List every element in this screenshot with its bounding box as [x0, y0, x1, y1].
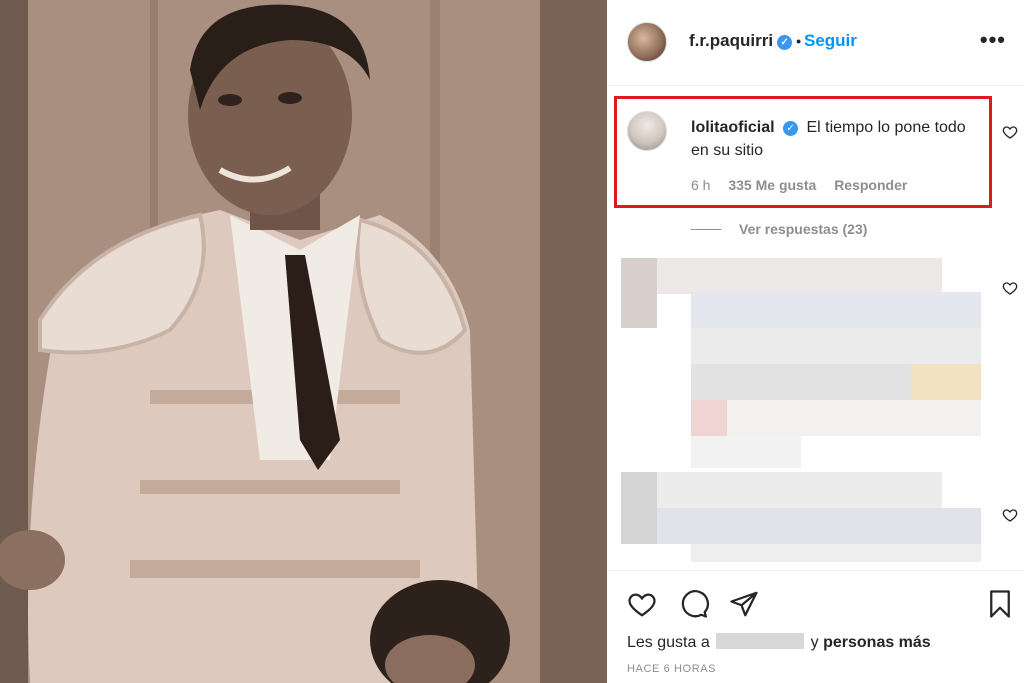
reply-button[interactable]: Responder [834, 177, 907, 193]
post-actions: Les gusta a y personas más HACE 6 HORAS [607, 570, 1024, 683]
author-avatar[interactable] [627, 22, 667, 62]
likes-more-link[interactable]: personas más [823, 634, 931, 651]
blurred-text-block [691, 292, 981, 328]
comment-meta: 6 h 335 Me gusta Responder [691, 177, 921, 193]
view-replies-link[interactable]: Ver respuestas (23) [691, 221, 867, 237]
separator-dot: • [796, 33, 801, 49]
post-timestamp: HACE 6 HORAS [627, 663, 717, 675]
verified-badge-icon: ✓ [783, 121, 799, 136]
share-icon[interactable] [729, 589, 759, 619]
bullfighter-photo [0, 0, 607, 683]
blurred-text-block [657, 508, 981, 544]
post-photo [0, 0, 607, 683]
blurred-text-block [657, 472, 942, 508]
post-sidebar: f.r.paquirri ✓ • Seguir ••• lolitaoficial ✓… [607, 0, 1024, 683]
more-options-icon[interactable]: ••• [980, 29, 1006, 51]
follow-button[interactable]: Seguir [804, 31, 857, 50]
blurred-text-block [657, 258, 942, 294]
comment-icon[interactable] [679, 589, 709, 619]
blurred-text-block [691, 364, 911, 400]
comment-body: lolitaoficial ✓ El tiempo lo pone todo e… [691, 116, 981, 162]
replies-divider [691, 229, 721, 230]
comment-age: 6 h [691, 177, 711, 193]
blurred-text-block [727, 400, 981, 436]
heart-icon[interactable] [627, 589, 657, 619]
blurred-avatar [621, 472, 657, 544]
comment-likes[interactable]: 335 Me gusta [728, 177, 816, 193]
verified-badge-icon: ✓ [777, 35, 793, 50]
redacted-username [716, 633, 805, 649]
likes-summary: Les gusta a y personas más [627, 633, 931, 652]
bookmark-icon[interactable] [985, 589, 1015, 619]
view-replies-label: Ver respuestas (23) [739, 221, 868, 237]
commenter-username[interactable]: lolitaoficial [691, 119, 775, 136]
blurred-text-block [691, 436, 801, 468]
blurred-avatar [621, 258, 657, 328]
commenter-avatar[interactable] [627, 111, 667, 151]
comment-like-heart-icon[interactable] [1002, 280, 1018, 296]
likes-suffix: y [810, 634, 819, 651]
likes-prefix: Les gusta a [627, 634, 710, 651]
blurred-text-block [691, 400, 727, 436]
comment-like-heart-icon[interactable] [1002, 124, 1018, 140]
post-header: f.r.paquirri ✓ • Seguir ••• [607, 0, 1024, 86]
blurred-text-block [691, 328, 981, 364]
post-author: f.r.paquirri ✓ • Seguir [689, 31, 857, 51]
blurred-text-block [911, 364, 981, 400]
author-username[interactable]: f.r.paquirri [689, 31, 773, 50]
comment-like-heart-icon[interactable] [1002, 507, 1018, 523]
blurred-text-block [691, 544, 981, 562]
